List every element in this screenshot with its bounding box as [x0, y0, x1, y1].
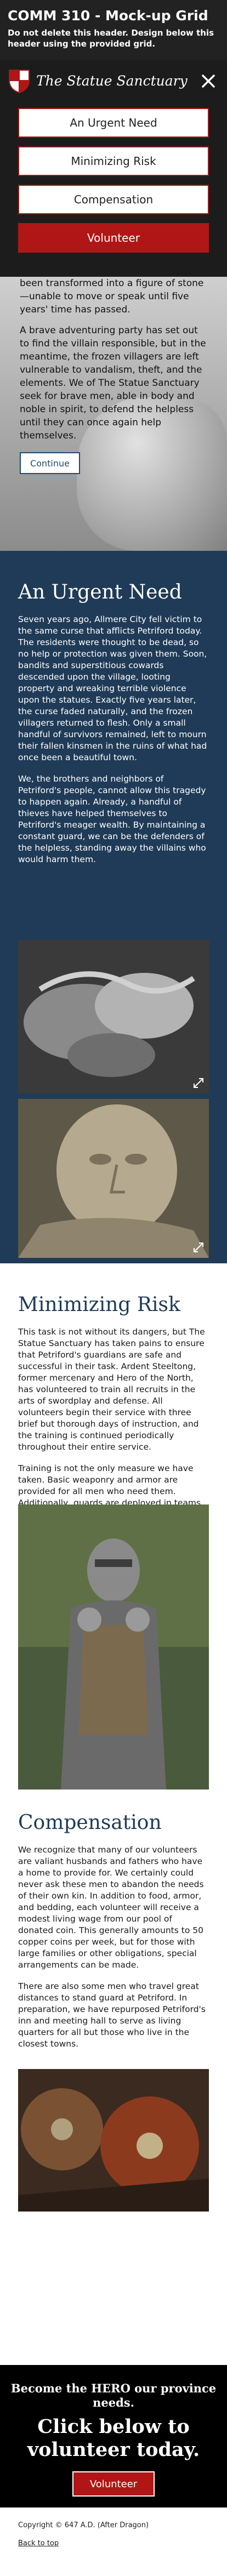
- statue-face-image[interactable]: [18, 1099, 209, 1258]
- nav-item-urgent-need[interactable]: An Urgent Need: [18, 108, 209, 138]
- knight-image: [18, 1504, 209, 1789]
- cta-heading: Click below to volunteer today.: [27, 2415, 200, 2461]
- urgent-paragraph-1: Seven years ago, Allmere City fell victi…: [18, 614, 207, 762]
- back-to-top-link[interactable]: Back to top: [18, 2539, 209, 2547]
- shields-graphic: [18, 2069, 209, 2212]
- site-header: The Statue Sanctuary: [0, 60, 227, 101]
- shield-logo-icon[interactable]: [8, 69, 31, 94]
- hero-paragraph-1: been transformed into a figure of stone—…: [20, 278, 204, 315]
- cta-section: Become the HERO our province needs. Clic…: [0, 2365, 227, 2507]
- continue-button[interactable]: Continue: [20, 452, 80, 474]
- close-icon: [202, 74, 215, 88]
- nav-item-compensation[interactable]: Compensation: [18, 185, 209, 214]
- footer: Copyright © 647 A.D. (After Dragon) Back…: [0, 2507, 227, 2576]
- urgent-title: An Urgent Need: [18, 581, 182, 603]
- urgent-paragraph-2: We, the brothers and neighbors of Petrif…: [18, 774, 206, 864]
- banner-title: COMM 310 - Mock-up Grid: [8, 8, 208, 24]
- statue-hands-graphic: [18, 940, 209, 1093]
- cta-subheading: Become the HERO our province needs.: [10, 2381, 217, 2409]
- logo-text[interactable]: The Statue Sanctuary: [36, 73, 188, 89]
- hero-section: been transformed into a figure of stone—…: [0, 277, 227, 551]
- shields-image: [18, 2069, 209, 2212]
- mockup-banner: COMM 310 - Mock-up Grid Do not delete th…: [0, 0, 227, 60]
- statue-face-graphic: [18, 1099, 209, 1258]
- compensation-title: Compensation: [18, 1811, 162, 1834]
- compensation-paragraph-2: There are also some men who travel great…: [18, 1981, 206, 2049]
- nav-item-minimizing-risk[interactable]: Minimizing Risk: [18, 146, 209, 176]
- copyright-text: Copyright © 647 A.D. (After Dragon): [18, 2521, 149, 2529]
- minimizing-paragraph-1: This task is not without its dangers, bu…: [18, 1327, 205, 1452]
- knight-graphic: [18, 1504, 209, 1789]
- nav-item-volunteer[interactable]: Volunteer: [18, 223, 209, 253]
- compensation-paragraph-1: We recognize that many of our volunteers…: [18, 1845, 204, 1970]
- volunteer-button[interactable]: Volunteer: [72, 2471, 155, 2497]
- nav-menu: An Urgent Need Minimizing Risk Compensat…: [0, 101, 227, 277]
- statue-hands-image[interactable]: [18, 940, 209, 1093]
- expand-icon[interactable]: [192, 1077, 205, 1089]
- hero-paragraph-2: A brave adventuring party has set out to…: [20, 325, 206, 441]
- close-menu-button[interactable]: [197, 70, 219, 92]
- banner-note: Do not delete this header. Design below …: [8, 28, 214, 49]
- hero-text: been transformed into a figure of stone—…: [20, 277, 206, 450]
- minimizing-title: Minimizing Risk: [18, 1293, 180, 1316]
- expand-icon[interactable]: [192, 1241, 205, 1253]
